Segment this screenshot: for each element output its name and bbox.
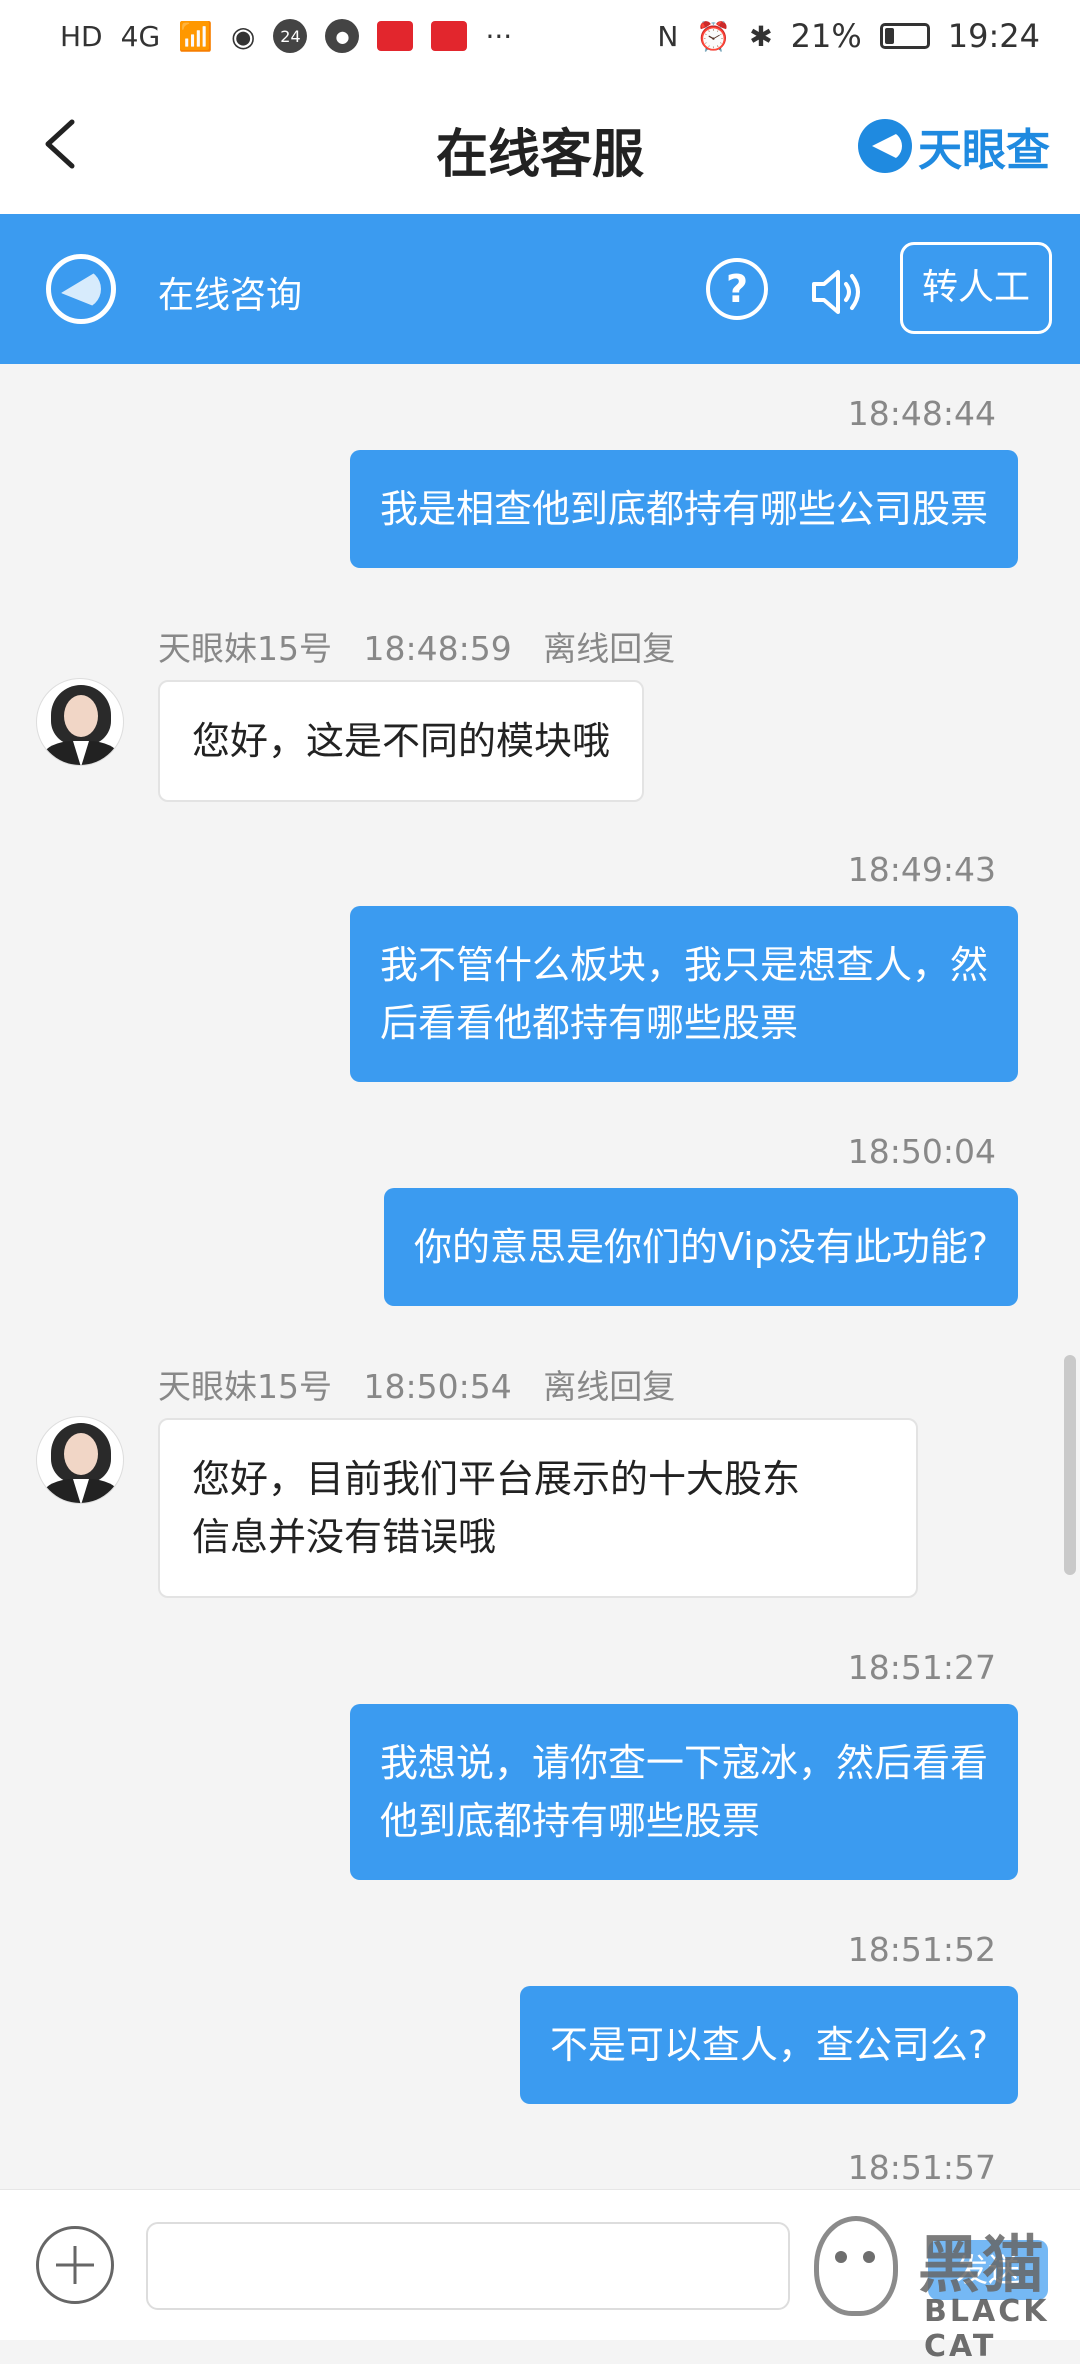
incoming-message[interactable]: 您好，这是不同的模块哦	[158, 680, 645, 802]
clock: 19:24	[947, 17, 1040, 55]
brand-logo: 天眼查	[858, 114, 1050, 178]
status-right: N ⏰ ✱ 21% 19:24	[657, 17, 1040, 55]
outgoing-message[interactable]: 你的意思是你们的Vip没有此功能?	[383, 1188, 1018, 1306]
nfc-icon: N	[657, 19, 679, 53]
bluetooth-icon: ✱	[749, 19, 773, 53]
reply-mode: 离线回复	[543, 1367, 676, 1406]
cat-logo-icon	[814, 2216, 898, 2316]
agent-name: 天眼妹15号	[158, 1367, 332, 1406]
app-notification-icon-2: ●	[325, 19, 360, 53]
service-header: 在线咨询 ? 转人工	[0, 214, 1080, 364]
wifi-icon: 📶	[178, 19, 214, 53]
incoming-message-meta: 天眼妹15号 18:48:59 离线回复	[158, 622, 675, 670]
app-notification-icon: 24	[273, 19, 308, 53]
message-timestamp: 18:51:27	[847, 1648, 996, 1687]
location-icon: ◉	[231, 19, 256, 53]
message-timestamp: 18:50:54	[363, 1367, 512, 1406]
outgoing-message[interactable]: 我是相查他到底都持有哪些公司股票	[349, 450, 1018, 568]
incoming-message-meta: 天眼妹15号 18:50:54 离线回复	[158, 1360, 675, 1408]
reply-mode: 离线回复	[543, 629, 676, 668]
agent-avatar	[36, 678, 124, 766]
navigation-bar: 在线客服 天眼查	[0, 72, 1080, 214]
watermark-en: BLACK CAT	[924, 2294, 1050, 2364]
message-timestamp: 18:51:52	[847, 1930, 996, 1969]
more-notifications-icon: ···	[485, 19, 513, 53]
agent-avatar	[36, 1416, 124, 1504]
battery-percent: 21%	[790, 17, 862, 55]
outgoing-message[interactable]: 不是可以查人，查公司么?	[519, 1986, 1018, 2104]
message-timestamp: 18:48:44	[847, 394, 996, 433]
outgoing-message[interactable]: 我想说，请你查一下寇冰，然后看看 他到底都持有哪些股票	[349, 1704, 1018, 1880]
status-left: HD 4G 📶 ◉ 24 ● ···	[60, 19, 512, 53]
status-bar: HD 4G 📶 ◉ 24 ● ··· N ⏰ ✱ 21% 19:24	[0, 0, 1080, 72]
signal-4g-label: 4G	[120, 19, 161, 53]
speaker-icon[interactable]	[806, 262, 866, 322]
hd-label: HD	[60, 19, 103, 53]
message-timestamp: 18:50:04	[847, 1132, 996, 1171]
message-line: 您好，目前我们平台展示的十大股东	[192, 1457, 801, 1501]
alarm-icon: ⏰	[696, 19, 732, 53]
message-line: 后看看他都持有哪些股票	[379, 1001, 798, 1045]
add-attachment-icon[interactable]	[36, 2226, 114, 2304]
message-line: 他到底都持有哪些股票	[379, 1799, 760, 1843]
app-notification-icon-3	[377, 21, 414, 51]
message-timestamp: 18:51:57	[847, 2148, 996, 2187]
black-cat-watermark: 黑猫 BLACK CAT	[808, 2210, 1080, 2364]
message-line: 我不管什么板块，我只是想查人，然	[379, 943, 988, 987]
watermark-cn: 黑猫	[918, 2228, 1047, 2301]
transfer-to-human-button[interactable]: 转人工	[900, 242, 1052, 334]
incoming-message[interactable]: 您好，目前我们平台展示的十大股东 信息并没有错误哦	[158, 1418, 918, 1598]
brand-name: 天眼查	[918, 125, 1050, 176]
chat-scrollbar[interactable]	[1064, 1355, 1076, 1575]
message-line: 信息并没有错误哦	[192, 1515, 497, 1559]
battery-icon	[879, 23, 930, 49]
help-icon[interactable]: ?	[706, 258, 768, 320]
service-logo-icon	[46, 254, 116, 324]
agent-name: 天眼妹15号	[158, 629, 332, 668]
message-input[interactable]	[146, 2222, 790, 2310]
message-line: 我想说，请你查一下寇冰，然后看看	[379, 1741, 988, 1785]
message-timestamp: 18:48:59	[363, 629, 512, 668]
service-title: 在线咨询	[158, 275, 303, 316]
outgoing-message[interactable]: 我不管什么板块，我只是想查人，然 后看看他都持有哪些股票	[349, 906, 1018, 1082]
chat-area[interactable]: 18:48:44 我是相查他到底都持有哪些公司股票 天眼妹15号 18:48:5…	[0, 364, 1080, 2189]
app-notification-icon-4	[431, 21, 468, 51]
message-timestamp: 18:49:43	[847, 850, 996, 889]
brand-logo-icon	[858, 119, 912, 173]
